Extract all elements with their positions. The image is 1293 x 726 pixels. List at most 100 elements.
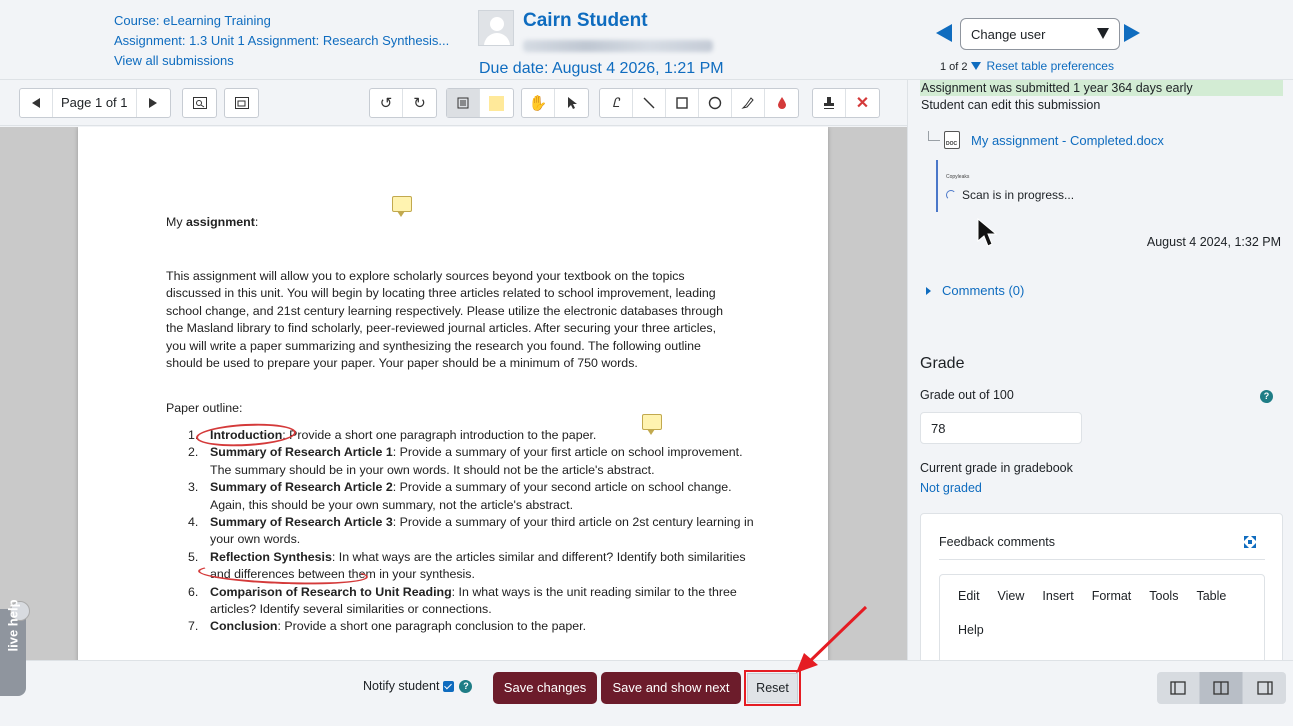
grader-header: Course: eLearning Training Assignment: 1… (0, 0, 1293, 80)
submission-date: August 4 2024, 1:32 PM (1146, 235, 1281, 249)
pager-line: 1 of 2 Reset table preferences (940, 59, 1114, 73)
page-nav-group: Page 1 of 1 (19, 88, 171, 118)
reset-table-preferences-link[interactable]: Reset table preferences (987, 59, 1114, 73)
rotate-left-button[interactable]: ↺ (370, 89, 403, 117)
docx-file-icon (944, 131, 960, 149)
rotate-right-icon: ↻ (413, 95, 426, 112)
pen-icon: Ꮭ (612, 95, 620, 110)
submitted-file: My assignment - Completed.docx (928, 131, 1164, 149)
delete-annotation-button[interactable]: ✕ (846, 89, 879, 117)
live-help-tab[interactable]: live help (0, 599, 30, 696)
editor-menu-help[interactable]: Help (958, 623, 984, 657)
outline-title: Conclusion (210, 619, 278, 634)
editor-menu-edit[interactable]: Edit (958, 589, 980, 623)
outline-number: 2. (188, 445, 199, 460)
layout-collapse-grade-button[interactable] (1243, 672, 1286, 704)
help-icon[interactable]: ? (459, 679, 473, 693)
hand-icon: ✋ (528, 95, 548, 112)
filter-caret-icon[interactable] (970, 62, 981, 70)
outline-title: Reflection Synthesis (210, 549, 332, 564)
oval-tool-button[interactable] (699, 89, 732, 117)
expand-icon[interactable] (1244, 536, 1256, 548)
action-bar: Notify student ? Save changes Save and s… (0, 660, 1293, 726)
comment-annotation-icon[interactable] (392, 196, 412, 217)
stamp-icon (824, 97, 834, 109)
previous-user-icon[interactable] (936, 24, 952, 42)
feedback-title: Feedback comments (939, 535, 1056, 549)
user-name[interactable]: Cairn Student (523, 10, 648, 32)
line-tool-button[interactable] (633, 89, 666, 117)
search-comments-button[interactable] (183, 89, 216, 117)
outline-number: 6. (188, 584, 199, 599)
comments-toggle[interactable]: Comments (0) (926, 283, 1024, 298)
comments-panel-icon (234, 97, 249, 109)
select-tool-button[interactable] (555, 89, 588, 117)
outline-item: 4. Summary of Research Article 3: Provide… (166, 514, 766, 549)
course-links: Course: eLearning Training Assignment: 1… (114, 11, 449, 71)
plagiarism-logo: Copyleaks (946, 174, 970, 180)
editor-menu-view[interactable]: View (998, 589, 1025, 623)
editor-menu-format[interactable]: Format (1092, 589, 1132, 623)
comment-tools-group (446, 88, 514, 118)
grade-input[interactable] (920, 412, 1082, 444)
avatar[interactable] (478, 10, 514, 46)
save-changes-button[interactable]: Save changes (493, 672, 597, 704)
comment-color-button[interactable] (480, 89, 513, 117)
editor-menu-insert[interactable]: Insert (1042, 589, 1073, 623)
outline-item: 2. Summary of Research Article 1: Provide… (166, 444, 766, 479)
previous-page-button[interactable] (20, 89, 53, 117)
current-grade-label: Current grade in gradebook (920, 461, 1073, 475)
editor-menu-table[interactable]: Table (1196, 589, 1226, 623)
layout-default-button[interactable] (1200, 672, 1243, 704)
submission-status: Assignment was submitted 1 year 364 days… (920, 80, 1283, 96)
page-label[interactable]: Page 1 of 1 (53, 89, 137, 117)
editor-menu-tools[interactable]: Tools (1149, 589, 1178, 623)
plagiarism-check: Copyleaks Scan is in progress... (936, 160, 1096, 212)
grade-heading: Grade (920, 355, 965, 372)
next-page-button[interactable] (137, 89, 170, 117)
notify-student-checkbox[interactable] (443, 680, 455, 692)
annotation-toolbar: Page 1 of 1 ↺ ↻ ✋ Ꮭ ✕ (0, 80, 907, 126)
stamp-tools-group: ✕ (812, 88, 880, 118)
edit-status: Student can edit this submission (921, 98, 1101, 112)
caret-right-icon (926, 286, 931, 295)
layout-collapse-review-button[interactable] (1157, 672, 1200, 704)
highlighter-icon (741, 97, 754, 109)
cursor-icon (567, 97, 577, 109)
outline-item: 6. Comparison of Research to Unit Reading… (166, 584, 766, 619)
gradebook-grade-link[interactable]: Not graded (920, 481, 982, 495)
next-user-icon[interactable] (1124, 24, 1140, 42)
rectangle-tool-button[interactable] (666, 89, 699, 117)
outline-number: 4. (188, 515, 199, 530)
live-help-label: live help (5, 599, 21, 652)
highlight-tool-button[interactable] (732, 89, 765, 117)
reset-highlight-box (744, 670, 801, 706)
outline-title: Comparison of Research to Unit Reading (210, 584, 452, 599)
outline-title: Summary of Research Article 1 (210, 445, 393, 460)
red-arrow-annotation (796, 605, 868, 673)
navigation-tools-group: ✋ (521, 88, 589, 118)
view-all-submissions-link[interactable]: View all submissions (114, 51, 449, 71)
pen-tool-button[interactable]: Ꮭ (600, 89, 633, 117)
stamp-tool-button[interactable] (813, 89, 846, 117)
annotation-color-button[interactable] (765, 89, 798, 117)
help-icon[interactable]: ? (1260, 390, 1273, 403)
change-user-label: Change user (971, 27, 1046, 42)
course-link[interactable]: Course: eLearning Training (114, 11, 449, 31)
paper-outline: 1. Introduction: Provide a short one para… (166, 427, 766, 636)
feedback-editor[interactable]: Edit View Insert Format Tools Table Help (939, 574, 1265, 660)
outline-title: Summary of Research Article 2 (210, 480, 393, 495)
change-user-select[interactable]: Change user (960, 18, 1120, 50)
comment-tool-button[interactable] (447, 89, 480, 117)
search-comments-group (182, 88, 217, 118)
outline-number: 7. (188, 619, 199, 634)
expand-comments-button[interactable] (225, 89, 258, 117)
document-page[interactable]: My assignment: This assignment will allo… (78, 127, 828, 660)
document-viewer[interactable]: My assignment: This assignment will allo… (0, 127, 907, 660)
outline-text: : Provide a short one paragraph conclusi… (277, 619, 587, 634)
submitted-file-link[interactable]: My assignment - Completed.docx (971, 133, 1164, 148)
pan-tool-button[interactable]: ✋ (522, 89, 555, 117)
assignment-link[interactable]: Assignment: 1.3 Unit 1 Assignment: Resea… (114, 31, 449, 51)
rotate-right-button[interactable]: ↻ (403, 89, 436, 117)
save-and-show-next-button[interactable]: Save and show next (601, 672, 741, 704)
